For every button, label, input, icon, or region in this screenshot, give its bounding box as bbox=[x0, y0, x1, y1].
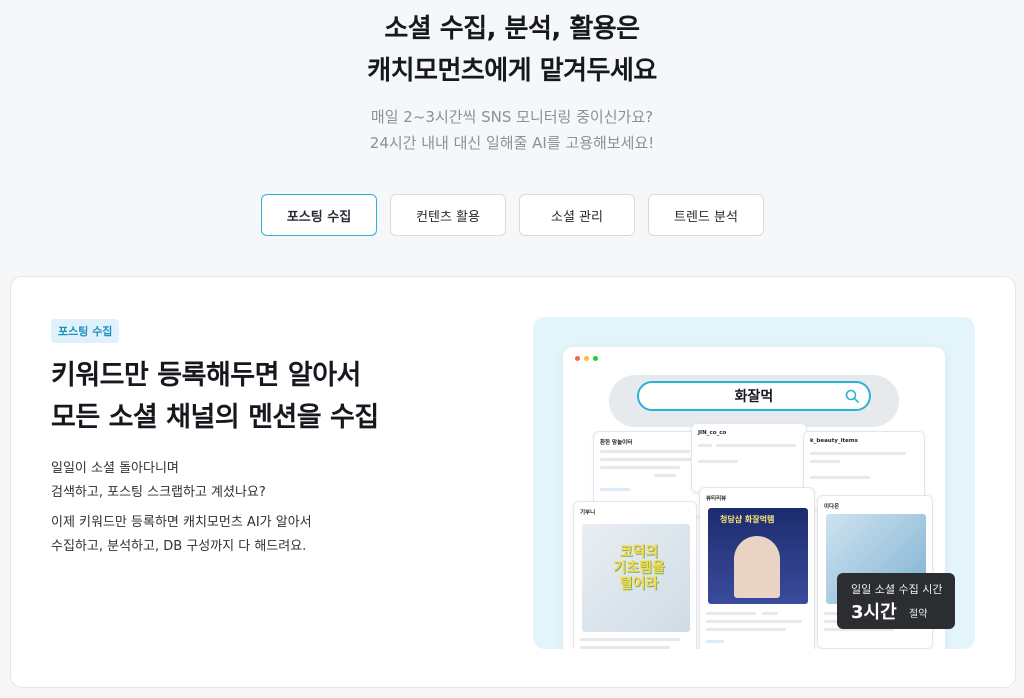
post-account: k_beauty_items bbox=[810, 438, 858, 444]
post-image-caption: 코덕의 기초템을 털어라 bbox=[613, 544, 665, 592]
time-saved-badge: 일일 소셜 수집 시간 3시간 절약 bbox=[837, 573, 955, 629]
post-card[interactable]: JIN_co_co bbox=[691, 423, 807, 493]
feature-visual: 화잘먹 환한 맘놀이터 JIN_co_co k_beauty_items 기부니… bbox=[533, 317, 975, 649]
feature-desc-2-line2: 수집하고, 분석하고, DB 구성까지 다 해드려요. bbox=[51, 539, 307, 554]
post-account: 환한 맘놀이터 bbox=[600, 440, 633, 446]
feature-tabs: 포스팅 수집 컨텐츠 활용 소셜 관리 트렌드 분석 bbox=[261, 194, 764, 236]
close-dot-icon bbox=[575, 356, 580, 361]
feature-desc-1-line2: 검색하고, 포스팅 스크랩하고 계셨나요? bbox=[51, 485, 266, 500]
tab-trend-analysis[interactable]: 트렌드 분석 bbox=[648, 194, 764, 236]
hero-title-line1: 소셜 수집, 분석, 활용은 bbox=[384, 14, 640, 44]
hero-sub-line1: 매일 2~3시간씩 SNS 모니터링 중이신가요? bbox=[370, 108, 654, 126]
post-person-image bbox=[734, 536, 780, 598]
hero-title: 소셜 수집, 분석, 활용은 캐치모먼츠에게 맡겨두세요 bbox=[0, 8, 1024, 92]
hero-title-line2: 캐치모먼츠에게 맡겨두세요 bbox=[367, 56, 657, 86]
post-account: JIN_co_co bbox=[698, 430, 727, 436]
feature-desc-2-line1: 이제 키워드만 등록하면 캐치모먼츠 AI가 알아서 bbox=[51, 515, 312, 530]
maximize-dot-icon bbox=[593, 356, 598, 361]
feature-desc-1: 일일이 소셜 돌아다니며 검색하고, 포스팅 스크랩하고 계셨나요? bbox=[51, 457, 266, 505]
feature-desc-2: 이제 키워드만 등록하면 캐치모먼츠 AI가 알아서 수집하고, 분석하고, D… bbox=[51, 511, 312, 559]
time-saved-suffix: 절약 bbox=[909, 609, 928, 620]
feature-title: 키워드만 등록해두면 알아서 모든 소셜 채널의 멘션을 수집 bbox=[51, 355, 379, 439]
tab-content-use[interactable]: 컨텐츠 활용 bbox=[390, 194, 506, 236]
feature-card: 포스팅 수집 키워드만 등록해두면 알아서 모든 소셜 채널의 멘션을 수집 일… bbox=[10, 276, 1016, 688]
post-card[interactable]: 뷰티리뷰 청담샵 화잘먹템 bbox=[699, 487, 815, 649]
search-keyword: 화잘먹 bbox=[734, 389, 774, 405]
keyword-search-bar[interactable]: 화잘먹 bbox=[637, 381, 871, 411]
hero-sub-line2: 24시간 내내 대신 일해줄 AI를 고용해보세요! bbox=[369, 134, 655, 152]
feature-desc-1-line1: 일일이 소셜 돌아다니며 bbox=[51, 461, 179, 476]
feature-badge: 포스팅 수집 bbox=[51, 319, 120, 343]
post-account: 이다은 bbox=[824, 504, 840, 510]
post-banner: 청담샵 화잘먹템 bbox=[720, 515, 775, 524]
hero-subtitle: 매일 2~3시간씩 SNS 모니터링 중이신가요? 24시간 내내 대신 일해줄… bbox=[0, 104, 1024, 156]
time-saved-label: 일일 소셜 수집 시간 bbox=[851, 583, 943, 596]
feature-title-line2: 모든 소셜 채널의 멘션을 수집 bbox=[51, 402, 379, 433]
tab-social-manage[interactable]: 소셜 관리 bbox=[519, 194, 635, 236]
feature-title-line1: 키워드만 등록해두면 알아서 bbox=[51, 360, 361, 391]
time-saved-value: 3시간 bbox=[851, 602, 897, 623]
post-account: 뷰티리뷰 bbox=[706, 496, 727, 502]
minimize-dot-icon bbox=[584, 356, 589, 361]
window-dots bbox=[575, 356, 598, 361]
tab-posting-collect[interactable]: 포스팅 수집 bbox=[261, 194, 377, 236]
post-account: 기부니 bbox=[580, 510, 596, 516]
search-icon bbox=[845, 389, 859, 403]
post-card[interactable]: 기부니 코덕의 기초템을 털어라 bbox=[573, 501, 697, 649]
